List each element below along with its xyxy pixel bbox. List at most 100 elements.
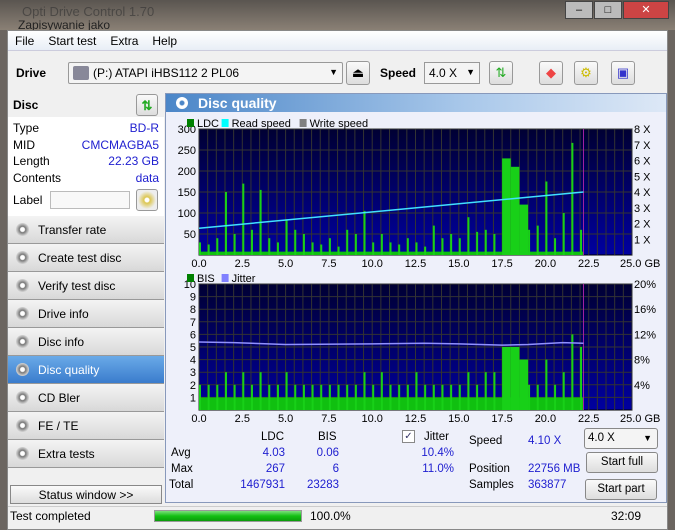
info-key: Type: [13, 121, 40, 135]
x-tick-label: 25.0 GB: [620, 413, 660, 425]
drive-select[interactable]: (P:) ATAPI iHBS112 2 PL06 ▼: [68, 62, 343, 84]
start-full-button[interactable]: Start full: [586, 452, 658, 473]
menu-extra[interactable]: Extra: [103, 31, 145, 50]
info-value: data: [135, 170, 159, 185]
data-bar: [398, 384, 401, 410]
eject-button[interactable]: ⏏: [346, 61, 370, 85]
jitter-label: Jitter: [424, 431, 449, 443]
nav-item-fe-te[interactable]: FE / TE: [8, 412, 164, 440]
nav-item-disc-quality[interactable]: Disc quality: [8, 356, 164, 384]
info-row: Length 22.23 GB: [13, 154, 159, 171]
test-speed-select[interactable]: 4.0 X ▼: [584, 428, 658, 449]
y2-tick-label: 6 X: [634, 156, 651, 168]
data-bar: [406, 238, 409, 255]
jitter-checkbox[interactable]: ✓: [402, 430, 415, 443]
avg-jitter: 10.4%: [421, 447, 454, 459]
speed-value: 4.0 X: [429, 66, 458, 80]
legend-label: Jitter: [232, 273, 256, 285]
status-window-button[interactable]: Status window >>: [10, 485, 162, 504]
data-bar: [458, 238, 461, 255]
legend-swatch: [221, 274, 229, 282]
col-bis: BIS: [318, 431, 337, 443]
data-bar: [346, 384, 349, 410]
avg-label: Avg: [171, 447, 191, 459]
speed-stat-value: 4.10 X: [528, 435, 562, 447]
data-bar: [363, 372, 366, 410]
settings-icon[interactable]: ⚙: [574, 61, 598, 85]
speed-select[interactable]: 4.0 X ▼: [424, 62, 480, 84]
erase-icon[interactable]: ◆: [539, 61, 563, 85]
data-bar: [207, 384, 210, 410]
legend-swatch: [299, 119, 307, 127]
close-button[interactable]: ✕: [623, 1, 669, 19]
info-key: Length: [13, 154, 50, 168]
nav-item-drive-info[interactable]: Drive info: [8, 300, 164, 328]
data-bar: [302, 384, 305, 410]
status-bar: Test completed 100.0% 32:09: [8, 506, 667, 524]
x-tick-label: 5.0: [278, 258, 293, 270]
x-tick-label: 12.5: [405, 413, 426, 425]
data-bar: [259, 372, 262, 410]
save-icon[interactable]: ▣: [611, 61, 635, 85]
menu-file[interactable]: File: [8, 31, 41, 50]
y2-tick-label: 1 X: [634, 234, 651, 246]
samples-label: Samples: [469, 479, 514, 491]
info-key: MID: [13, 137, 35, 152]
menu-help[interactable]: Help: [145, 31, 184, 50]
data-bar: [415, 242, 418, 255]
cd-icon[interactable]: [136, 189, 158, 211]
x-tick-label: 5.0: [278, 413, 293, 425]
data-bar: [216, 238, 219, 255]
data-bar: [346, 229, 349, 255]
x-tick-label: 17.5: [491, 413, 512, 425]
nav-item-verify-test-disc[interactable]: Verify test disc: [8, 272, 164, 300]
info-value: BD-R: [129, 121, 159, 135]
y-tick-label: 50: [184, 229, 196, 241]
y2-tick-label: 16%: [634, 304, 656, 316]
data-bar: [528, 384, 531, 410]
total-ldc: 1467931: [240, 479, 285, 491]
label-input[interactable]: [50, 191, 130, 209]
legend-swatch: [187, 274, 194, 282]
data-bar: [476, 384, 479, 410]
toolbar: Drive (P:) ATAPI iHBS112 2 PL06 ▼ ⏏ Speed…: [8, 53, 667, 93]
data-bar: [216, 384, 219, 410]
refresh-button[interactable]: ⇅: [489, 61, 513, 85]
progress-bar: [154, 510, 302, 522]
minimize-button[interactable]: –: [565, 1, 593, 19]
elapsed-time: 32:09: [611, 509, 642, 523]
data-bar: [363, 210, 366, 255]
info-row: Type BD-R: [13, 121, 159, 138]
nav-item-transfer-rate[interactable]: Transfer rate: [8, 216, 164, 244]
speed-label: Speed: [380, 66, 417, 80]
y-tick-label: 8: [190, 304, 196, 316]
data-bar: [233, 234, 236, 255]
app-window: File Start test Extra Help Drive (P:) AT…: [7, 30, 668, 530]
menu-start-test[interactable]: Start test: [41, 31, 103, 50]
data-bar: [432, 225, 435, 255]
disc-refresh-button[interactable]: ⇅: [136, 94, 158, 116]
maximize-button[interactable]: □: [594, 1, 622, 19]
y-tick-label: 250: [178, 145, 196, 157]
nav-item-disc-info[interactable]: Disc info: [8, 328, 164, 356]
data-bar: [450, 234, 453, 255]
data-bar: [207, 244, 210, 255]
y-tick-label: 1: [190, 392, 196, 404]
data-bar: [250, 229, 253, 255]
start-part-button[interactable]: Start part: [585, 479, 657, 500]
nav-item-create-test-disc[interactable]: Create test disc: [8, 244, 164, 272]
y2-tick-label: 7 X: [634, 140, 651, 152]
data-bar: [354, 384, 357, 410]
drive-label: Drive: [16, 66, 47, 80]
data-bar: [580, 347, 583, 410]
data-bar: [424, 246, 427, 255]
title-bar: Opti Drive Control 1.70 Zapisywanie jako…: [0, 0, 675, 32]
nav-item-cd-bler[interactable]: CD Bler: [8, 384, 164, 412]
y2-tick-label: 8 X: [634, 124, 651, 136]
legend-swatch: [221, 119, 229, 127]
data-bar: [199, 384, 201, 410]
x-tick-label: 22.5: [578, 258, 599, 270]
status-text: Test completed: [10, 509, 91, 523]
data-bar: [268, 238, 271, 255]
nav-item-extra-tests[interactable]: Extra tests: [8, 440, 164, 468]
